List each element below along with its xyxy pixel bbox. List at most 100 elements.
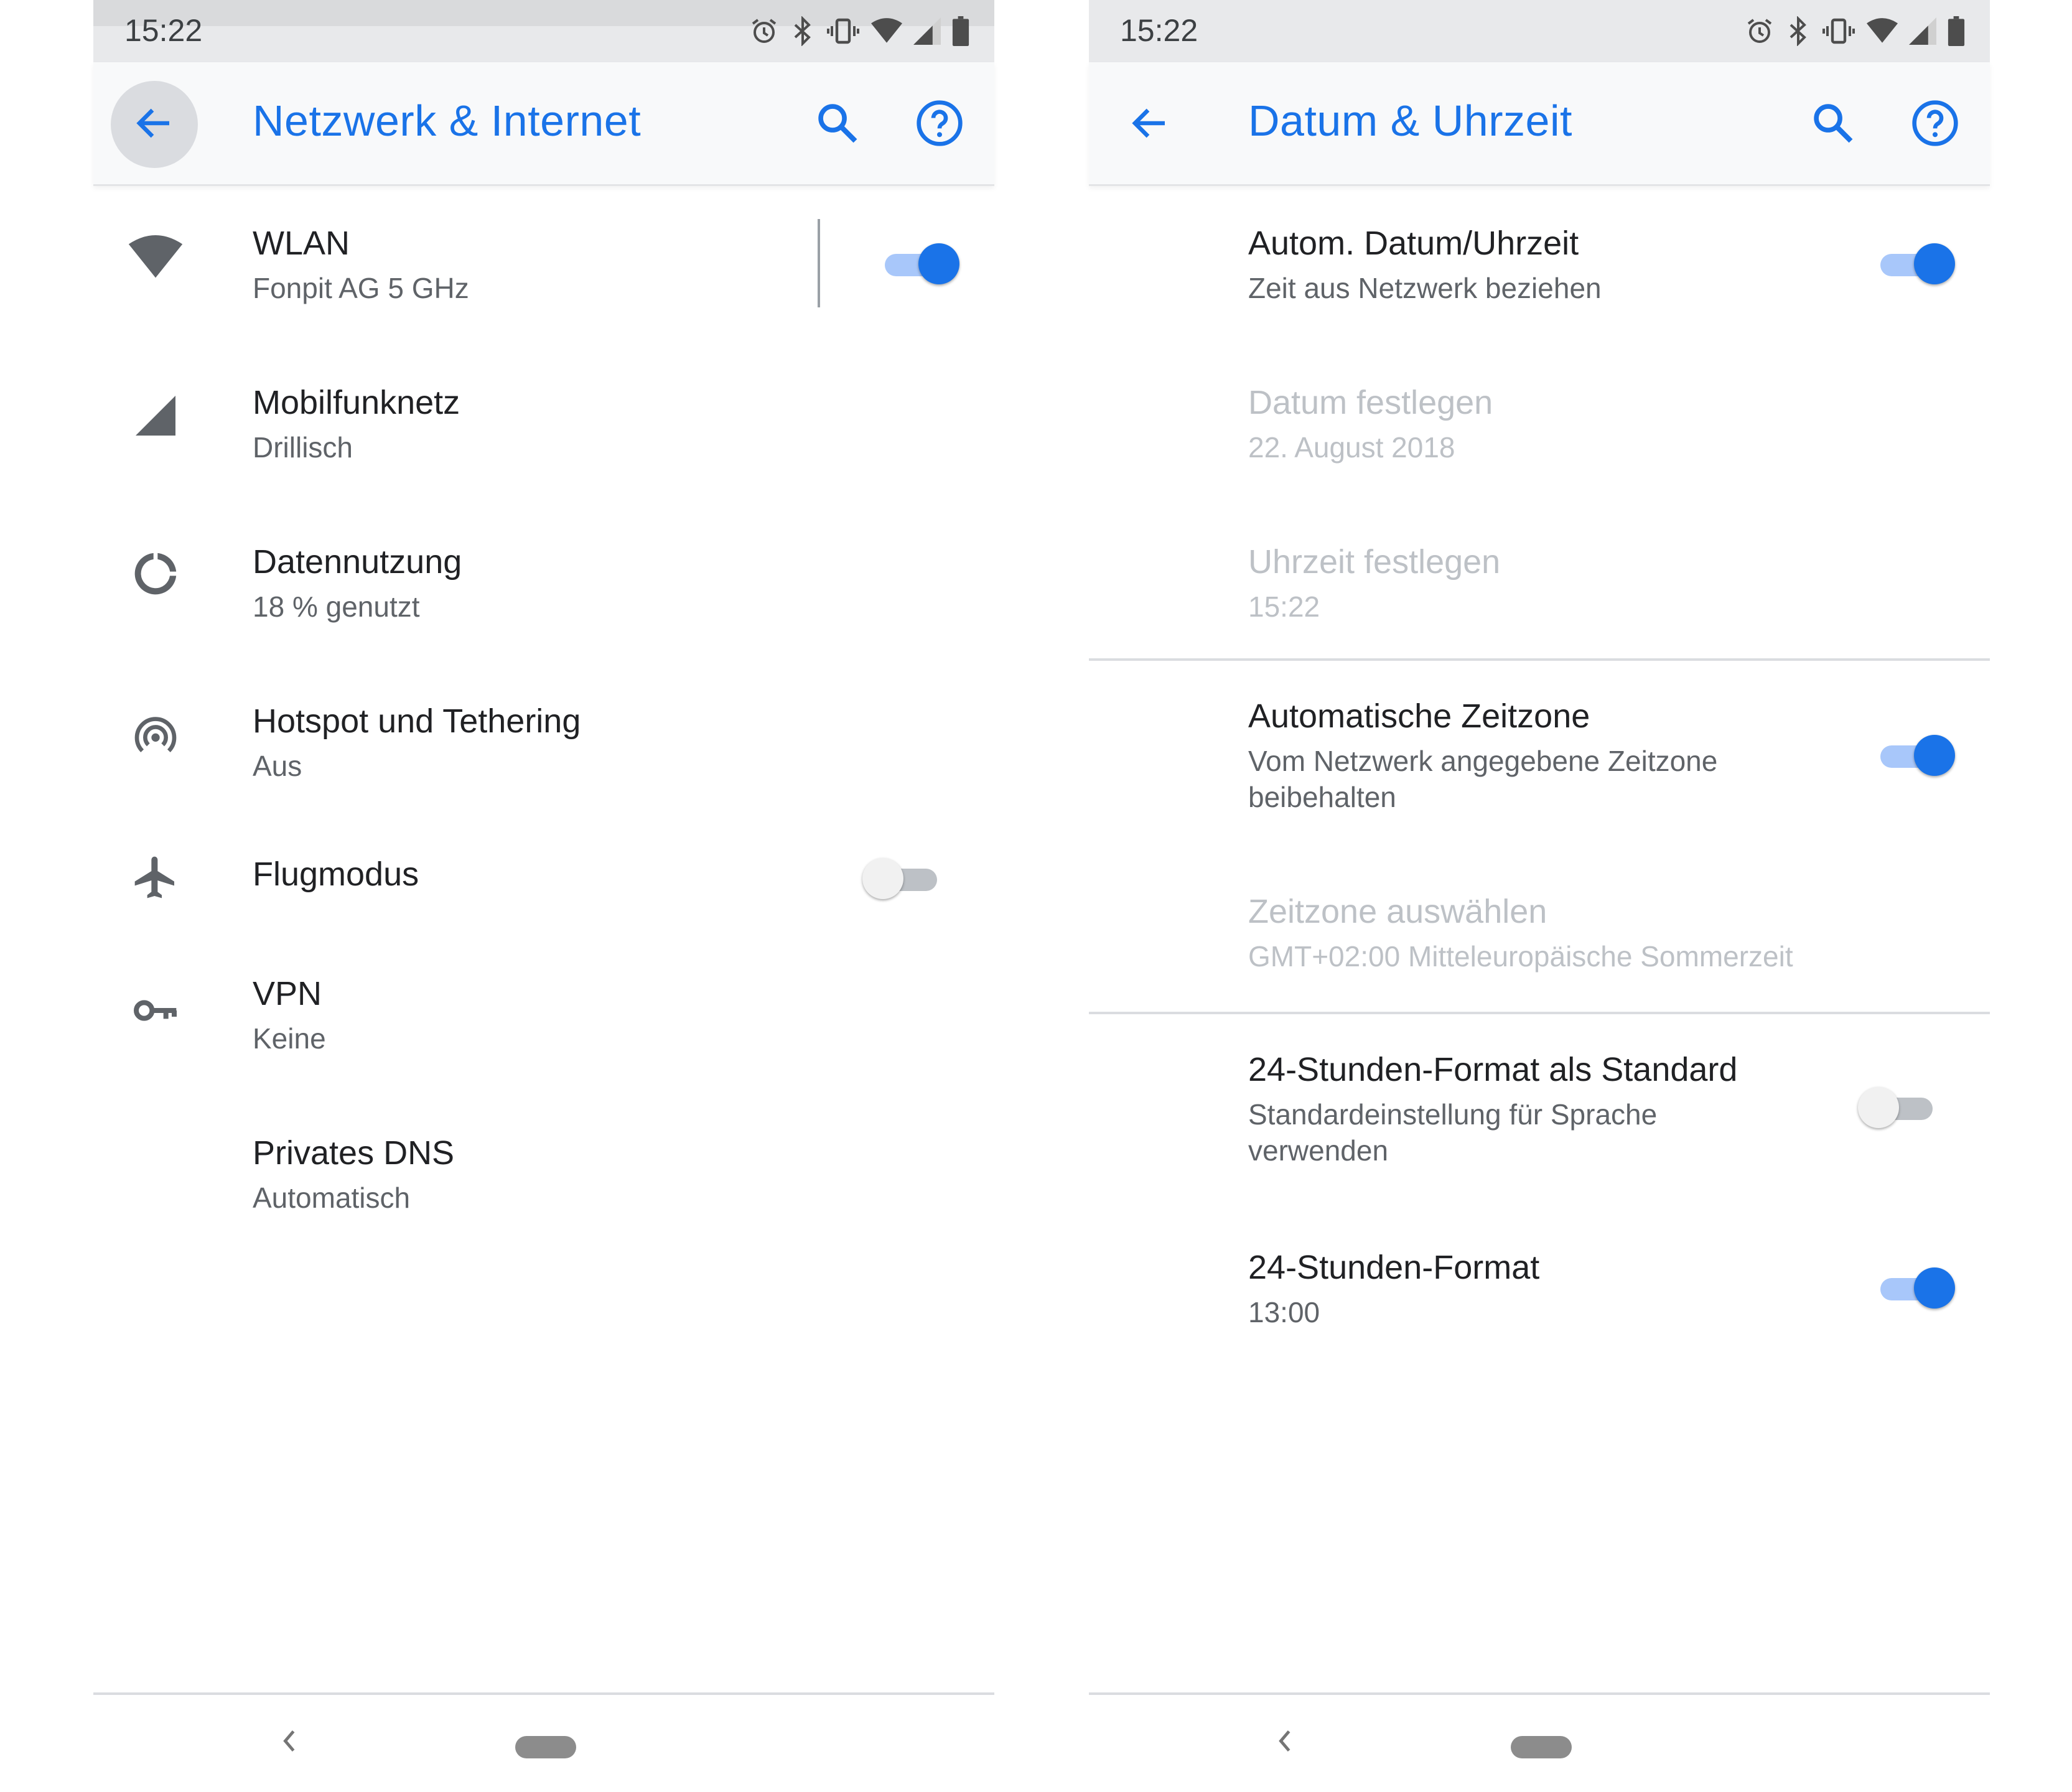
page-title: Datum & Uhrzeit <box>1248 96 1572 145</box>
page-title: Netzwerk & Internet <box>253 96 642 145</box>
wifi-icon <box>124 226 187 289</box>
help-button[interactable] <box>910 95 969 154</box>
status-time: 15:22 <box>1120 13 1198 48</box>
search-button[interactable] <box>1803 95 1863 154</box>
section-divider <box>1089 1012 1990 1014</box>
set-time-subtitle: 15:22 <box>1248 590 1320 623</box>
list-item-private-dns[interactable]: Privates DNS Automatisch <box>93 1103 994 1252</box>
vpn-title: VPN <box>253 975 322 1012</box>
list-item-auto-date-time[interactable]: Autom. Datum/Uhrzeit Zeit aus Netzwerk b… <box>1089 187 1990 336</box>
help-button[interactable] <box>1905 95 1965 154</box>
flugmodus-toggle[interactable] <box>862 856 942 900</box>
status-icons <box>1745 14 1965 49</box>
24h-default-title: 24-Stunden-Format als Standard <box>1248 1051 1738 1088</box>
battery-icon <box>952 16 969 46</box>
flugmodus-title: Flugmodus <box>253 856 419 893</box>
alarm-icon <box>749 16 779 46</box>
data-usage-icon <box>124 543 187 605</box>
hotspot-subtitle: Aus <box>253 750 302 782</box>
datennutzung-subtitle: 18 % genutzt <box>253 590 420 623</box>
bluetooth-icon <box>790 16 815 46</box>
24h-format-title: 24-Stunden-Format <box>1248 1249 1540 1286</box>
help-icon <box>1910 98 1960 151</box>
network-internet-screen: 15:22 Netzwerk & Internet WLAN Fonpit AG… <box>93 0 994 1792</box>
back-button[interactable] <box>111 81 198 168</box>
search-icon <box>814 100 861 150</box>
vertical-divider <box>818 219 820 307</box>
back-button[interactable] <box>1106 81 1193 168</box>
search-icon <box>1809 100 1857 150</box>
signal-icon <box>1909 17 1936 45</box>
status-icons <box>749 14 969 49</box>
auto-timezone-toggle[interactable] <box>1875 733 1955 777</box>
nav-back-button[interactable] <box>274 1724 305 1761</box>
hotspot-icon <box>124 704 187 767</box>
set-date-subtitle: 22. August 2018 <box>1248 431 1455 464</box>
auto-date-time-subtitle: Zeit aus Netzwerk beziehen <box>1248 272 1602 304</box>
nav-back-button[interactable] <box>1269 1724 1300 1761</box>
24h-format-toggle[interactable] <box>1875 1266 1955 1309</box>
vibrate-icon <box>826 16 860 46</box>
wlan-title: WLAN <box>253 225 350 262</box>
status-bar: 15:22 <box>1089 0 1990 62</box>
nav-home-pill[interactable] <box>1511 1736 1572 1758</box>
list-item-auto-timezone[interactable]: Automatische Zeitzone Vom Netzwerk angeg… <box>1089 663 1990 844</box>
private-dns-title: Privates DNS <box>253 1134 455 1172</box>
list-item-mobilfunknetz[interactable]: Mobilfunknetz Drillisch <box>93 346 994 495</box>
section-divider <box>1089 658 1990 661</box>
datennutzung-title: Datennutzung <box>253 543 462 581</box>
24h-format-subtitle: 13:00 <box>1248 1296 1320 1328</box>
list-item-vpn[interactable]: VPN Keine <box>93 943 994 1093</box>
back-arrow-icon <box>132 101 177 149</box>
list-item-flugmodus[interactable]: Flugmodus <box>93 824 994 933</box>
list-item-24h-format[interactable]: 24-Stunden-Format 13:00 <box>1089 1215 1990 1364</box>
hotspot-title: Hotspot und Tethering <box>253 702 581 740</box>
vpn-key-icon <box>124 979 187 1042</box>
list-item-24h-default[interactable]: 24-Stunden-Format als Standard Standarde… <box>1089 1017 1990 1197</box>
help-icon <box>915 98 964 151</box>
set-date-title: Datum festlegen <box>1248 384 1493 421</box>
list-item-datennutzung[interactable]: Datennutzung 18 % genutzt <box>93 505 994 655</box>
auto-timezone-title: Automatische Zeitzone <box>1248 698 1590 735</box>
date-time-screen: 15:22 Datum & Uhrzeit Autom. Datum/Uhrze… <box>1089 0 1990 1792</box>
private-dns-subtitle: Automatisch <box>253 1182 411 1214</box>
nav-bar-divider <box>93 1692 994 1695</box>
app-bar: Datum & Uhrzeit <box>1089 62 1990 186</box>
search-button[interactable] <box>808 95 867 154</box>
list-item-wlan[interactable]: WLAN Fonpit AG 5 GHz <box>93 187 994 336</box>
app-bar: Netzwerk & Internet <box>93 62 994 186</box>
auto-date-time-toggle[interactable] <box>1875 241 1955 285</box>
mobilfunknetz-title: Mobilfunknetz <box>253 384 460 421</box>
nav-home-pill[interactable] <box>515 1736 576 1758</box>
list-item-set-time[interactable]: Uhrzeit festlegen 15:22 <box>1089 505 1990 655</box>
select-timezone-subtitle: GMT+02:00 Mitteleuropäische Sommerzeit <box>1248 940 1793 973</box>
set-time-title: Uhrzeit festlegen <box>1248 543 1501 581</box>
list-item-set-date[interactable]: Datum festlegen 22. August 2018 <box>1089 346 1990 495</box>
status-time: 15:22 <box>124 13 203 48</box>
list-item-hotspot[interactable]: Hotspot und Tethering Aus <box>93 665 994 814</box>
battery-icon <box>1948 16 1965 46</box>
airplane-icon <box>124 846 187 908</box>
signal-icon <box>913 17 941 45</box>
vibrate-icon <box>1822 16 1855 46</box>
status-bar: 15:22 <box>93 0 994 62</box>
24h-default-subtitle: Standardeinstellung für Sprache verwende… <box>1248 1098 1658 1167</box>
auto-date-time-title: Autom. Datum/Uhrzeit <box>1248 225 1579 262</box>
wlan-subtitle: Fonpit AG 5 GHz <box>253 272 469 304</box>
bluetooth-icon <box>1786 16 1811 46</box>
signal-icon <box>124 385 187 447</box>
wlan-toggle[interactable] <box>880 241 959 285</box>
auto-timezone-subtitle: Vom Netzwerk angegebene Zeitzone beibeha… <box>1248 745 1718 813</box>
list-item-select-timezone[interactable]: Zeitzone auswählen GMT+02:00 Mitteleurop… <box>1089 852 1990 1002</box>
24h-default-toggle[interactable] <box>1858 1085 1938 1129</box>
wifi-icon <box>1867 17 1898 45</box>
mobilfunknetz-subtitle: Drillisch <box>253 431 353 464</box>
alarm-icon <box>1745 16 1775 46</box>
nav-back-icon <box>1276 1727 1294 1758</box>
nav-bar-divider <box>1089 1692 1990 1695</box>
vpn-subtitle: Keine <box>253 1022 326 1055</box>
nav-back-icon <box>280 1727 299 1758</box>
wifi-icon <box>871 17 902 45</box>
back-arrow-icon <box>1127 101 1172 149</box>
select-timezone-title: Zeitzone auswählen <box>1248 893 1547 930</box>
